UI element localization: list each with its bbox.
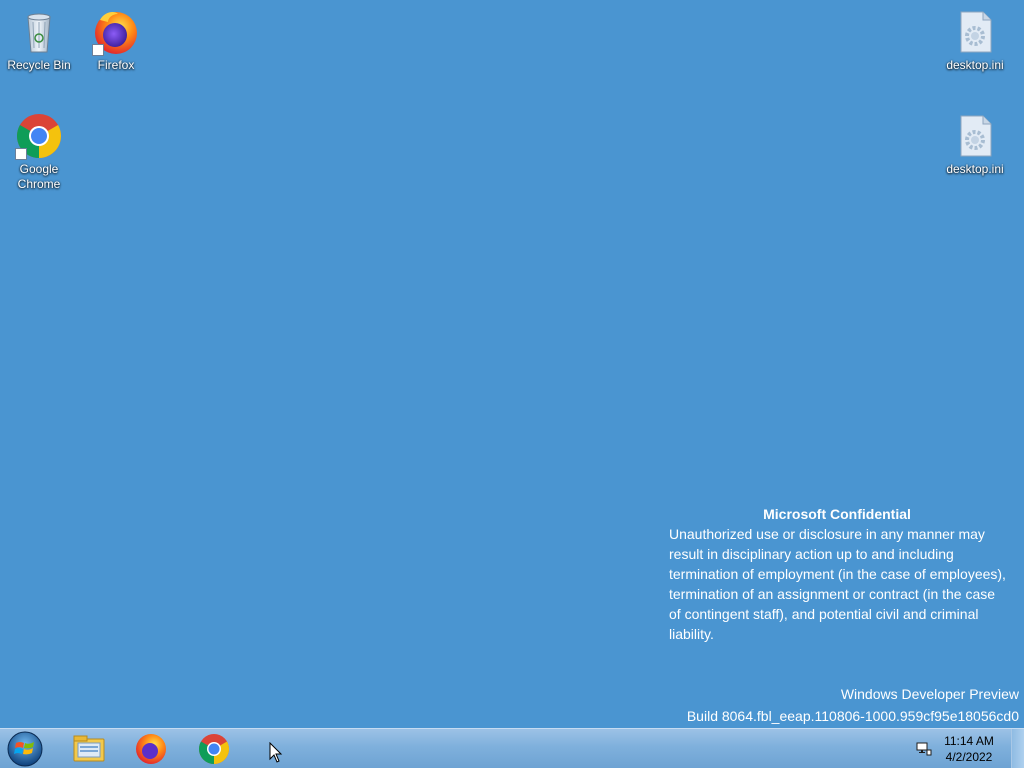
watermark-edition: Windows Developer Preview [840,686,1019,702]
taskbar-app-firefox[interactable] [131,731,171,767]
desktop-icon-desktop-ini-2[interactable]: desktop.ini [937,112,1013,177]
confidential-body: Unauthorized use or disclosure in any ma… [669,526,1006,642]
desktop-icon-firefox[interactable]: Firefox [78,8,154,73]
desktop-icon-label: desktop.ini [946,162,1004,176]
watermark-build: Build 8064.fbl_eeap.110806-1000.959cf95e… [686,708,1019,724]
desktop-icon-google-chrome[interactable]: Google Chrome [1,112,77,192]
network-icon[interactable] [916,741,932,757]
settings-file-icon [951,112,999,160]
taskbar-app-file-explorer[interactable] [69,731,109,767]
desktop-icon-label: Recycle Bin [7,58,71,72]
desktop-icon-desktop-ini-1[interactable]: desktop.ini [937,8,1013,73]
desktop-icon-label: Firefox [97,58,135,72]
start-button[interactable] [6,730,44,768]
confidential-heading: Microsoft Confidential [763,506,911,522]
chrome-icon [15,112,63,160]
windows-start-orb-icon [7,731,43,767]
clock-time: 11:14 AM [944,734,994,748]
desktop-icon-label: desktop.ini [946,58,1004,72]
firefox-icon [92,8,140,56]
taskbar-app-google-chrome[interactable] [194,731,234,767]
desktop-icon-label: Google Chrome [17,162,61,191]
shortcut-arrow-icon [15,148,27,160]
desktop-icon-recycle-bin[interactable]: Recycle Bin [1,8,77,73]
shortcut-arrow-icon [92,44,104,56]
firefox-icon [136,734,166,764]
desktop[interactable]: Recycle Bin Firefox Google Chrome deskto… [0,0,1024,728]
settings-file-icon [951,8,999,56]
system-clock[interactable]: 11:14 AM 4/2/2022 [934,733,1004,765]
mouse-cursor-icon [269,741,283,764]
confidential-notice: Microsoft Confidential Unauthorized use … [669,504,1009,644]
taskbar: 11:14 AM 4/2/2022 [0,728,1024,768]
clock-date: 4/2/2022 [945,750,993,764]
show-desktop-button[interactable] [1011,729,1024,768]
recycle-bin-icon [15,8,63,56]
file-explorer-icon [73,735,105,762]
chrome-icon [198,734,230,764]
